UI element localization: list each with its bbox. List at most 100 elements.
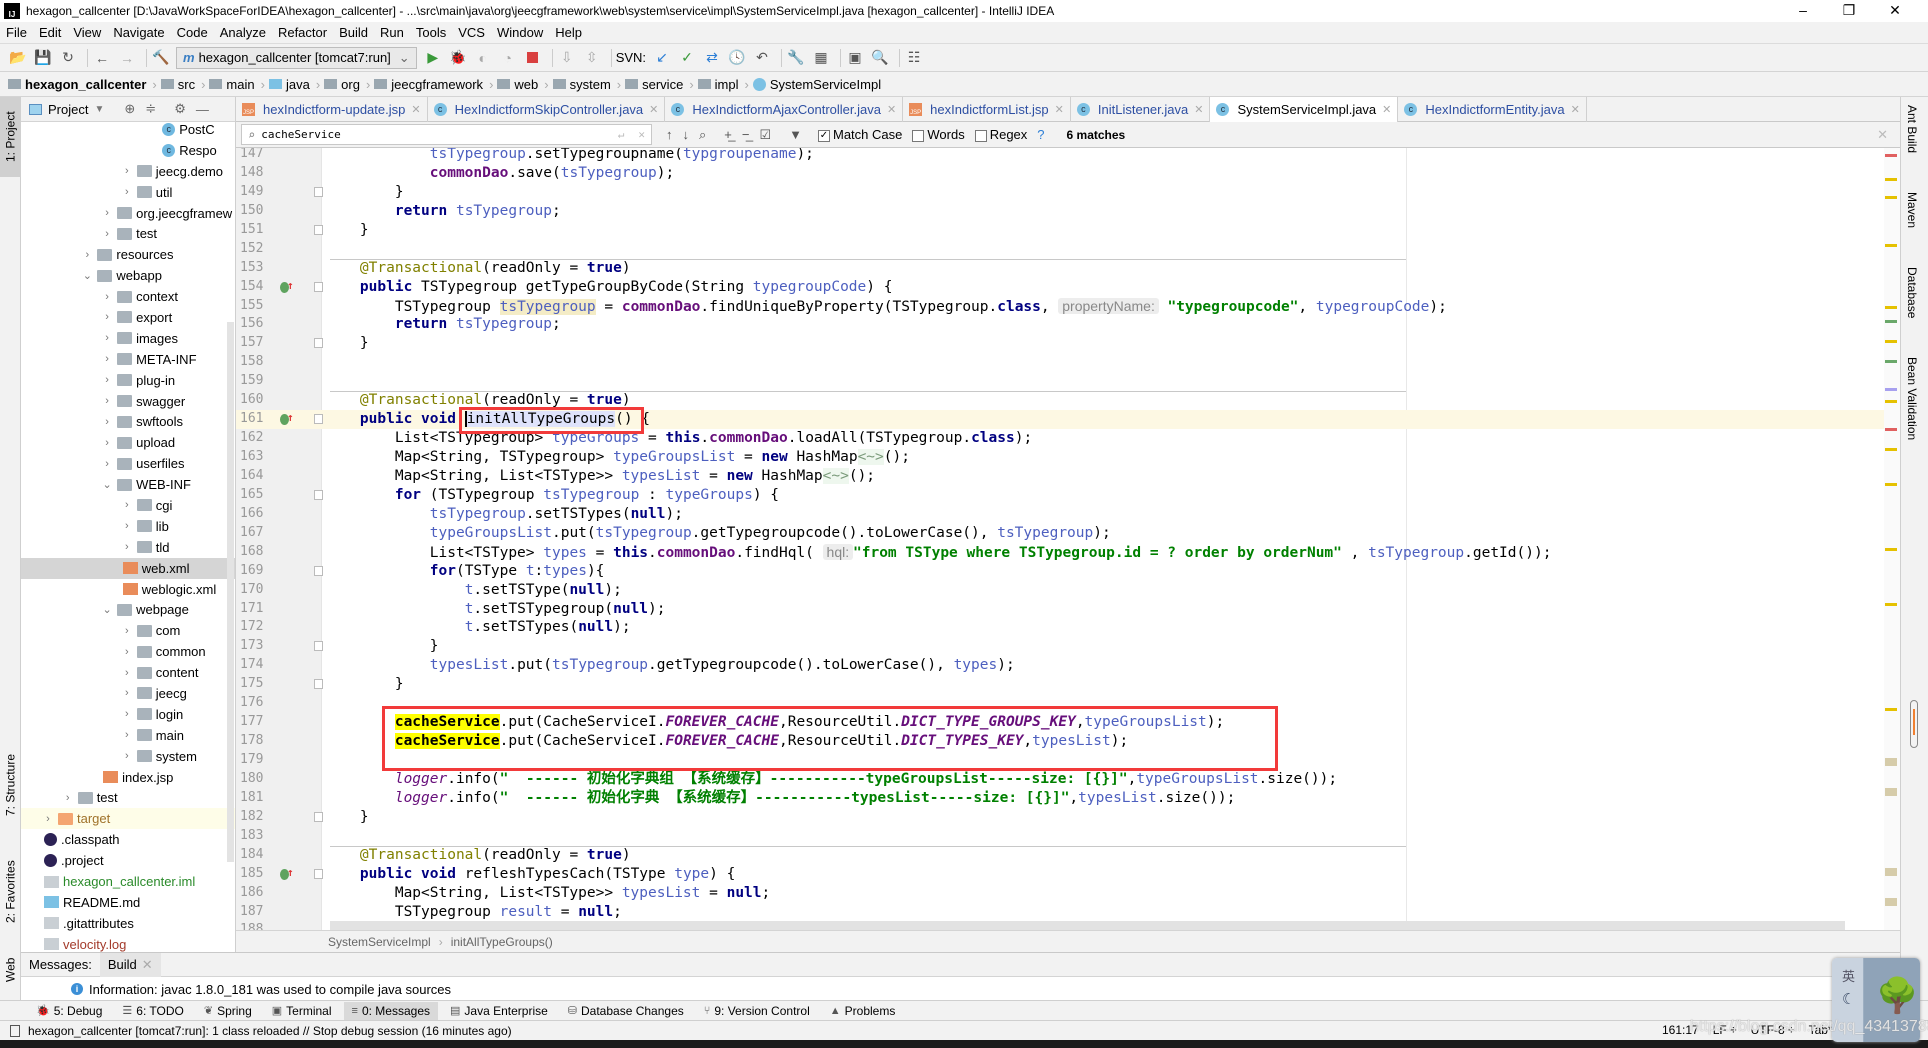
chevron-right-icon[interactable]: › xyxy=(100,395,114,407)
tool-tab-favorites[interactable]: 2: Favorites xyxy=(0,842,21,942)
clear-icon[interactable]: ✕ xyxy=(638,128,645,141)
tree-item[interactable]: index.jsp xyxy=(21,767,235,788)
close-tab-icon[interactable]: ✕ xyxy=(411,103,420,116)
revert-icon[interactable]: ↶ xyxy=(752,48,772,68)
bottom-tab-spring[interactable]: ❦ Spring xyxy=(196,1002,260,1020)
warning-marker[interactable] xyxy=(1885,483,1897,486)
tool-tab-maven[interactable]: Maven xyxy=(1905,192,1919,228)
tree-item[interactable]: › jeecg.demo xyxy=(21,161,235,182)
chevron-right-icon[interactable]: › xyxy=(100,374,114,386)
tool-tab-web[interactable]: Web xyxy=(0,947,21,992)
menu-run[interactable]: Run xyxy=(380,25,404,40)
breadcrumb-method[interactable]: initAllTypeGroups() xyxy=(451,935,553,949)
tree-item[interactable]: ⌄ webpage xyxy=(21,599,235,620)
fold-marker-icon[interactable] xyxy=(314,679,323,690)
sync-icon[interactable]: ↻ xyxy=(58,48,78,68)
project-structure-icon[interactable]: ▦ xyxy=(811,48,831,68)
tab-initlistener-java[interactable]: c InitListener.java ✕ xyxy=(1071,97,1211,122)
tree-item[interactable]: › lib xyxy=(21,516,235,537)
tree-item[interactable]: › content xyxy=(21,662,235,683)
close-tab-icon[interactable]: ✕ xyxy=(887,103,896,116)
usage-marker[interactable] xyxy=(1885,388,1897,391)
nav-crumb[interactable]: main › xyxy=(209,77,265,92)
menu-window[interactable]: Window xyxy=(497,25,543,40)
run-configuration-select[interactable]: m hexagon_callcenter [tomcat7:run] ⌄ xyxy=(176,46,417,69)
fold-marker-icon[interactable] xyxy=(314,565,323,576)
fold-marker-icon[interactable] xyxy=(314,414,323,425)
warning-marker[interactable] xyxy=(1885,244,1897,247)
tree-item[interactable]: › system xyxy=(21,746,235,767)
nav-crumb[interactable]: system › xyxy=(552,77,621,92)
tree-item[interactable]: › org.jeecgframew xyxy=(21,203,235,224)
breadcrumb-class[interactable]: SystemServiceImpl xyxy=(328,935,431,949)
bottom-tab-5-debug[interactable]: 🐞 5: Debug xyxy=(28,1002,110,1020)
chevron-right-icon[interactable]: › xyxy=(100,437,114,449)
bottom-tab-9-version-control[interactable]: ⑂ 9: Version Control xyxy=(696,1002,818,1020)
chevron-right-icon[interactable]: › xyxy=(61,792,75,804)
tree-item[interactable]: › util xyxy=(21,182,235,203)
menu-view[interactable]: View xyxy=(73,25,101,40)
usage-marker[interactable] xyxy=(1885,320,1897,323)
minimize-button[interactable]: – xyxy=(1780,0,1826,22)
menu-analyze[interactable]: Analyze xyxy=(220,25,266,40)
svn-commit-icon[interactable]: ✓ xyxy=(677,48,697,68)
svn-compare-icon[interactable]: ⇄ xyxy=(702,48,722,68)
nav-crumb[interactable]: java › xyxy=(268,77,320,92)
attach-icon[interactable]: ⇳ xyxy=(582,48,602,68)
fold-marker-icon[interactable] xyxy=(314,811,323,822)
nav-crumb[interactable]: service › xyxy=(625,77,694,92)
chevron-right-icon[interactable]: › xyxy=(100,207,114,219)
tree-item[interactable]: › images xyxy=(21,328,235,349)
stop-icon[interactable] xyxy=(523,48,543,68)
add-occurrence-icon[interactable]: +̲ xyxy=(724,127,732,142)
tab-hexindictformskipcontroller-java[interactable]: c HexIndictformSkipController.java ✕ xyxy=(428,97,666,122)
close-tab-icon[interactable]: ✕ xyxy=(1194,103,1203,116)
tree-item[interactable]: README.md xyxy=(21,892,235,913)
chevron-right-icon[interactable]: › xyxy=(100,416,114,428)
chevron-down-icon[interactable]: ⌄ xyxy=(100,603,114,616)
tree-item[interactable]: web.xml xyxy=(21,557,235,579)
tree-item[interactable]: › test xyxy=(21,223,235,244)
nav-crumb[interactable]: org › xyxy=(324,77,370,92)
status-toggle-icon[interactable] xyxy=(10,1024,20,1037)
project-scrollbar[interactable] xyxy=(227,322,234,862)
chevron-right-icon[interactable]: › xyxy=(120,646,134,658)
words-checkbox[interactable]: Words xyxy=(912,127,965,142)
history-icon[interactable]: 🕓 xyxy=(727,48,747,68)
filter-icon[interactable]: ▼ xyxy=(789,127,802,142)
tree-item[interactable]: › common xyxy=(21,641,235,662)
search-input[interactable]: ⌕ cacheService ↵ ✕ xyxy=(241,124,652,145)
tree-item[interactable]: › plug-in xyxy=(21,370,235,391)
tree-item[interactable]: › META-INF xyxy=(21,349,235,370)
warning-marker[interactable] xyxy=(1885,603,1897,606)
match-marker[interactable] xyxy=(1885,788,1897,796)
fold-marker-icon[interactable] xyxy=(314,641,323,652)
tree-item[interactable]: .project xyxy=(21,850,235,871)
tree-item[interactable]: › export xyxy=(21,307,235,328)
tool-tab-bean-validation[interactable]: Bean Validation xyxy=(1905,357,1919,440)
project-view-select[interactable]: Project xyxy=(48,102,88,117)
profile-icon[interactable]: ◔ xyxy=(498,48,518,68)
tree-item[interactable]: c Respo xyxy=(21,140,235,161)
nav-crumb[interactable]: web › xyxy=(497,77,549,92)
chevron-right-icon[interactable]: › xyxy=(100,458,114,470)
tab-systemserviceimpl-java[interactable]: c SystemServiceImpl.java ✕ xyxy=(1210,97,1399,122)
match-case-checkbox[interactable]: ✓ Match Case xyxy=(818,127,902,142)
nav-crumb[interactable]: SystemServiceImpl xyxy=(752,77,881,92)
gear-icon[interactable]: ⚙ xyxy=(174,101,186,117)
restore-button[interactable]: ❐ xyxy=(1826,0,1872,22)
error-marker[interactable] xyxy=(1885,154,1897,157)
settings-wrench-icon[interactable]: 🔧 xyxy=(786,48,806,68)
override-method-icon[interactable] xyxy=(280,277,294,296)
chevron-down-icon[interactable]: ⌄ xyxy=(80,269,94,282)
hide-icon[interactable]: — xyxy=(196,102,209,117)
chevron-right-icon[interactable]: › xyxy=(120,520,134,532)
tree-item[interactable]: › test xyxy=(21,788,235,809)
message-row[interactable]: i Information: javac 1.8.0_181 was used … xyxy=(21,977,1900,1001)
tool-tab-project[interactable]: 1: Project xyxy=(0,97,21,177)
tool-tab-ant-build[interactable]: Ant Build xyxy=(1905,105,1919,153)
chevron-right-icon[interactable]: › xyxy=(120,499,134,511)
override-method-icon[interactable] xyxy=(280,864,294,883)
chevron-right-icon[interactable]: › xyxy=(120,625,134,637)
newline-icon[interactable]: ↵ xyxy=(618,128,625,141)
